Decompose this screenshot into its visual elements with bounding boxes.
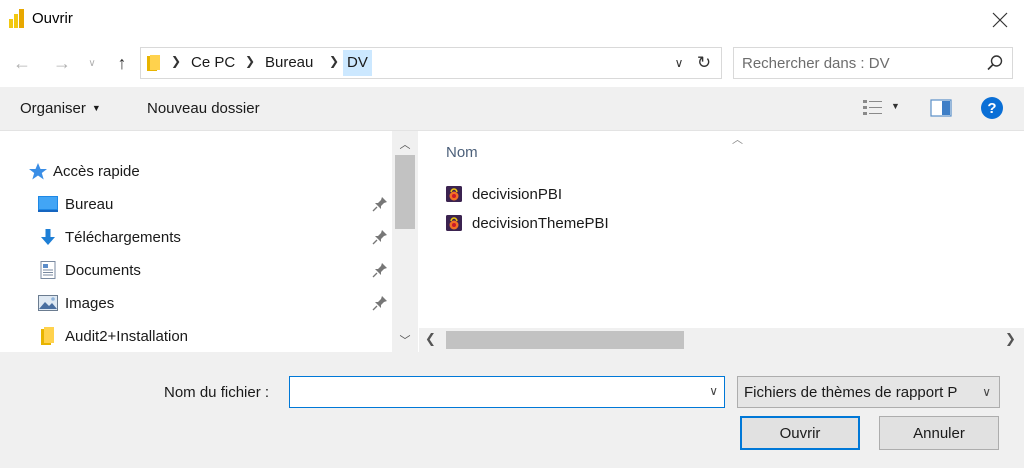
navigation-pane: Accès rapide Bureau Téléchargements Docu… [0,131,418,352]
pin-icon[interactable] [372,229,388,245]
close-icon [992,12,1008,28]
arrow-left-icon: ← [13,52,31,73]
folder-icon [38,327,58,345]
breadcrumb-ce-pc[interactable]: Ce PC [191,54,235,71]
pbi-theme-file-icon [446,215,462,231]
file-list-pane: ︿ Nom decivisionPBI decivisionThemePBI [419,131,1024,352]
breadcrumb-separator-icon: ❯ [245,54,256,68]
scroll-left-icon[interactable]: ❮ [425,331,436,347]
nav-vertical-scrollbar[interactable]: ︿ ﹀ [392,131,418,352]
nav-item-audit2-installation[interactable]: Audit2+Installation [0,323,392,349]
view-options-icon[interactable] [862,98,884,118]
new-folder-button[interactable]: Nouveau dossier [147,100,260,117]
sort-ascending-icon: ︿ [732,134,743,146]
forward-button[interactable]: → [48,50,76,76]
command-toolbar: Organiser ▼ Nouveau dossier ▼ ? [0,87,1024,131]
chevron-down-icon[interactable]: ∨ [709,384,718,398]
column-header-name[interactable]: Nom [446,144,478,161]
document-icon [38,261,58,279]
chevron-down-icon: ∨ [88,57,96,69]
refresh-icon: ↻ [696,53,712,72]
nav-label-documents: Documents [65,261,141,279]
pin-icon[interactable] [372,262,388,278]
breadcrumb-bureau[interactable]: Bureau [265,54,313,71]
folder-icon [147,55,160,71]
scroll-right-icon[interactable]: ❯ [1005,331,1016,347]
file-name: decivisionPBI [472,185,563,203]
address-bar[interactable]: ❯ Ce PC ❯ Bureau ❯ DV ∨ ↻ [140,47,722,79]
nav-item-quick-access[interactable]: Accès rapide [0,158,392,184]
title-bar: Ouvrir [0,0,1024,40]
nav-label-bureau: Bureau [65,195,114,213]
file-item-decivisionthemepbi[interactable]: decivisionThemePBI [446,211,609,235]
cancel-button[interactable]: Annuler [879,416,999,450]
nav-label-audit2-installation: Audit2+Installation [65,327,189,345]
nav-item-documents[interactable]: Documents [0,257,392,283]
arrow-right-icon: → [53,52,71,73]
scroll-down-icon[interactable]: ﹀ [392,331,418,349]
nav-label-images: Images [65,294,115,312]
file-item-decivisionpbi[interactable]: decivisionPBI [446,182,562,206]
pin-icon[interactable] [372,295,388,311]
power-bi-logo-icon [9,9,24,28]
open-button[interactable]: Ouvrir [740,416,860,450]
scrollbar-thumb[interactable] [446,331,684,349]
window-title: Ouvrir [32,10,73,27]
breadcrumb-dv[interactable]: DV [343,50,372,76]
breadcrumb-separator-icon: ❯ [171,54,182,68]
pin-icon[interactable] [372,196,388,212]
dialog-footer: Nom du fichier : ∨ Fichiers de thèmes de… [0,352,1024,468]
download-icon [38,228,58,246]
filetype-selected-value: Fichiers de thèmes de rapport P [744,384,958,401]
desktop-icon [38,195,58,213]
file-horizontal-scrollbar[interactable]: ❮ ❯ [419,328,1024,352]
view-caret-icon[interactable]: ▼ [891,101,900,111]
arrow-up-icon: ↑ [117,52,127,73]
close-button[interactable] [986,6,1014,34]
nav-label-telechargements: Téléchargements [65,228,181,246]
file-name: decivisionThemePBI [472,214,609,232]
nav-label-quick-access: Accès rapide [53,162,140,180]
nav-item-telechargements[interactable]: Téléchargements [0,224,392,250]
search-input[interactable] [742,53,978,73]
organise-label: Organiser [20,100,86,117]
pbi-theme-file-icon [446,186,462,202]
chevron-down-icon: ∨ [982,385,991,399]
filename-combobox[interactable]: ∨ [289,376,725,408]
chevron-down-icon: ∨ [674,56,684,70]
organise-button[interactable]: Organiser ▼ [20,100,101,117]
filename-input[interactable] [294,382,694,402]
search-box[interactable] [733,47,1013,79]
nav-item-images[interactable]: Images [0,290,392,316]
breadcrumb-separator-icon: ❯ [329,54,340,68]
caret-down-icon: ▼ [91,103,101,113]
filename-label: Nom du fichier : [164,384,270,401]
scroll-up-icon[interactable]: ︿ [392,135,418,153]
back-button[interactable]: ← [8,50,36,76]
nav-item-bureau[interactable]: Bureau [0,191,392,217]
up-button[interactable]: ↑ [108,50,136,76]
address-dropdown-button[interactable]: ∨ [671,54,687,72]
search-icon[interactable] [986,54,1004,72]
scrollbar-thumb[interactable] [395,155,415,229]
images-icon [38,294,58,312]
recent-locations-button[interactable]: ∨ [84,50,100,76]
preview-pane-icon[interactable] [930,99,952,117]
filetype-select[interactable]: Fichiers de thèmes de rapport P ∨ [737,376,1000,408]
help-button[interactable]: ? [981,97,1003,119]
refresh-button[interactable]: ↻ [693,51,715,75]
star-icon [28,162,48,180]
